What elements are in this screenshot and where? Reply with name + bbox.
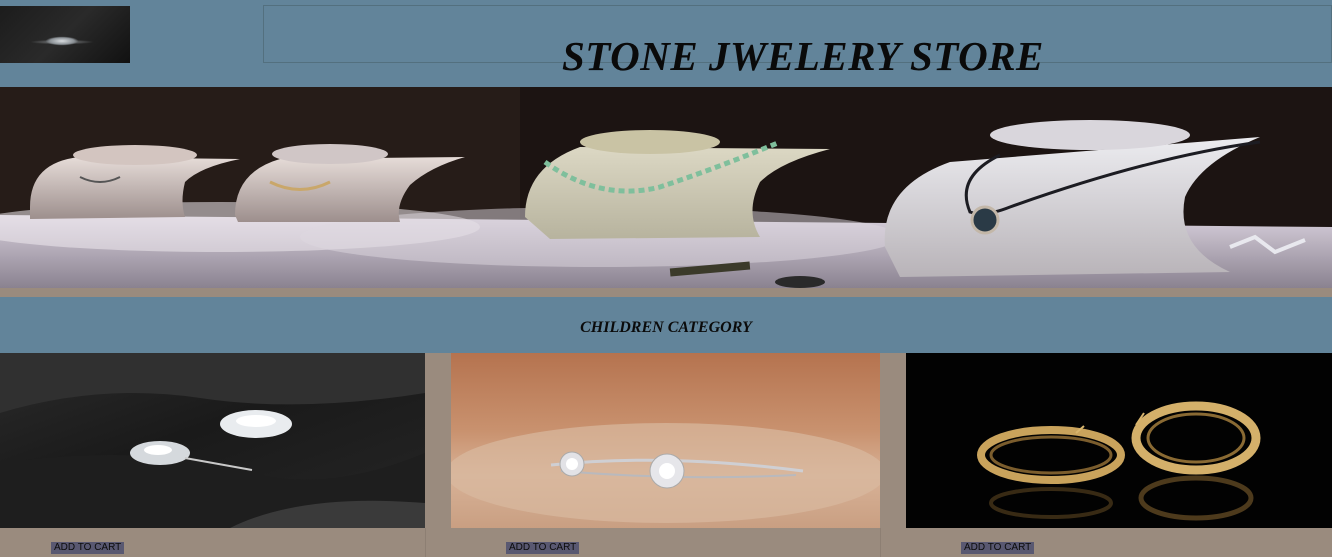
divider-strip	[0, 288, 1332, 297]
category-bar: CHILDREN CATEGORY	[0, 297, 1332, 353]
diamond-earrings-image[interactable]	[0, 353, 425, 528]
add-to-cart-button[interactable]: ADD TO CART	[506, 542, 580, 554]
hero-banner-image	[0, 87, 1332, 288]
category-title: CHILDREN CATEGORY	[580, 319, 752, 336]
add-to-cart-button[interactable]: ADD TO CART	[51, 542, 125, 554]
ring-logo-image[interactable]	[0, 6, 130, 63]
site-header: STONE JWELERY STORE	[0, 0, 1332, 87]
page-title: STONE JWELERY STORE	[562, 33, 1044, 79]
gold-hoop-earrings-image[interactable]	[906, 353, 1332, 528]
product-divider	[880, 528, 881, 557]
product-divider	[425, 528, 426, 557]
add-to-cart-button[interactable]: ADD TO CART	[961, 542, 1035, 554]
diamond-bangle-image[interactable]	[451, 353, 880, 528]
